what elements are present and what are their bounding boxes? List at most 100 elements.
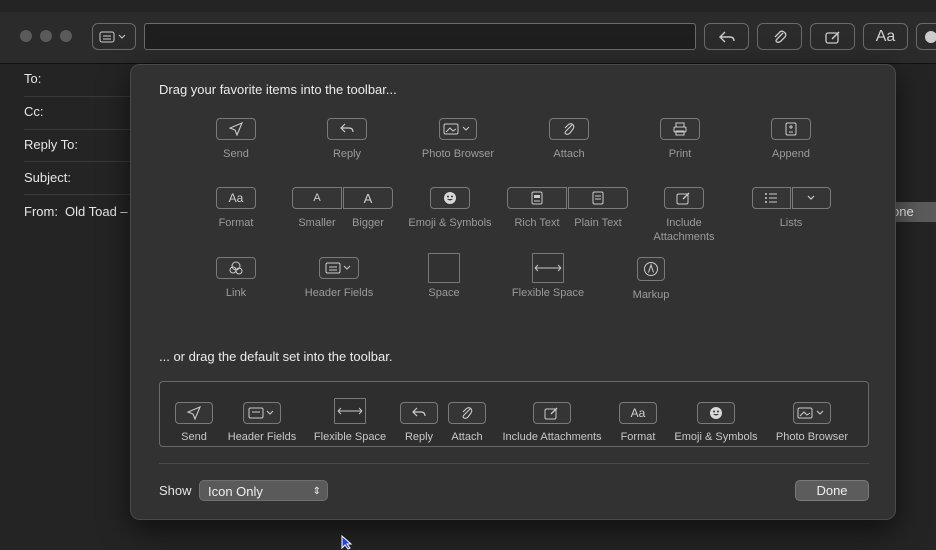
from-field-label: From:	[24, 204, 58, 219]
reply-toolbar-button[interactable]	[704, 23, 749, 50]
item-emoji-symbols[interactable]: Emoji & Symbols	[405, 187, 495, 230]
rich-text-icon	[531, 191, 543, 205]
reply-icon	[718, 31, 735, 42]
item-label: Attach	[553, 148, 585, 160]
default-item-label: Include Attachments	[502, 431, 602, 443]
item-link[interactable]: Link	[216, 257, 256, 300]
item-label-line1: Include	[666, 217, 702, 229]
item-label: Lists	[779, 217, 803, 229]
reply-icon	[340, 123, 354, 133]
item-label: Emoji & Symbols	[408, 217, 492, 229]
printer-icon	[673, 122, 687, 136]
customize-toolbar-sheet: Drag your favorite items into the toolba…	[130, 64, 896, 520]
item-plain-text[interactable]: Plain Text	[568, 187, 628, 230]
close-window-button[interactable]	[20, 30, 32, 42]
to-divider	[24, 96, 130, 97]
space-icon	[428, 253, 460, 283]
reply-to-divider	[24, 161, 130, 162]
append-icon	[785, 122, 797, 136]
item-label-line2: Attachments	[653, 231, 715, 243]
format-icon: Aa	[228, 191, 244, 205]
done-button[interactable]: Done	[795, 480, 869, 501]
item-markup[interactable]: Markup	[631, 257, 671, 302]
item-space[interactable]: Space	[419, 253, 469, 300]
item-lists[interactable]: Lists	[751, 187, 831, 230]
send-icon	[229, 122, 243, 136]
smaller-font-icon: A	[313, 192, 321, 204]
show-label: Show	[159, 483, 192, 498]
item-label: Flexible Space	[511, 287, 585, 299]
default-item-attach: Attach	[447, 402, 487, 443]
sheet-title: Drag your favorite items into the toolba…	[159, 82, 397, 97]
default-item-label: Attach	[451, 431, 483, 443]
default-item-label: Reply	[404, 431, 434, 443]
mouse-cursor-icon	[341, 535, 353, 550]
default-set-toolbar[interactable]: Send Header Fields Flexible Space Reply …	[159, 381, 869, 447]
item-send[interactable]: Send	[216, 118, 256, 161]
emoji-toolbar-button[interactable]	[916, 23, 936, 50]
attach-toolbar-button[interactable]	[757, 23, 802, 50]
default-item-label: Emoji & Symbols	[674, 431, 758, 443]
item-rich-text[interactable]: Rich Text	[507, 187, 567, 230]
item-reply[interactable]: Reply	[327, 118, 367, 161]
mail-toolbar: Aa	[0, 12, 936, 64]
item-label: Append	[772, 148, 810, 160]
subject-divider	[24, 194, 130, 195]
subject-field-label: Subject:	[24, 170, 71, 185]
list-icon	[765, 193, 777, 203]
item-label: Smaller	[298, 217, 336, 229]
item-append[interactable]: Append	[771, 118, 811, 161]
emoji-icon	[925, 30, 936, 43]
item-label: Plain Text	[574, 217, 622, 229]
item-photo-browser[interactable]: Photo Browser	[417, 118, 499, 161]
default-item-flexible-space: Flexible Space	[312, 398, 388, 443]
include-attachments-toolbar-button[interactable]	[810, 23, 855, 50]
item-label: Markup	[632, 289, 670, 301]
item-label: Print	[668, 148, 692, 160]
cc-divider	[24, 129, 130, 130]
item-include-attachments[interactable]: Include Attachments	[644, 187, 724, 244]
paperclip-icon	[564, 123, 575, 135]
updown-chevron-icon: ⇕	[312, 486, 321, 497]
chevron-down-icon	[807, 195, 815, 200]
from-field-value[interactable]: Old Toad –	[65, 204, 128, 219]
item-label: Reply	[332, 148, 362, 160]
item-label: Space	[428, 287, 460, 299]
item-attach[interactable]: Attach	[549, 118, 589, 161]
item-smaller[interactable]: A Smaller	[292, 187, 342, 230]
header-fields-toolbar-button[interactable]	[92, 23, 136, 50]
default-item-label: Flexible Space	[313, 431, 387, 443]
item-label: Format	[218, 217, 254, 229]
paperclip-icon	[774, 30, 786, 43]
item-label: Photo Browser	[421, 148, 495, 160]
header-fields-icon	[99, 31, 126, 42]
emoji-icon	[710, 407, 722, 419]
photo-browser-icon	[443, 123, 470, 135]
item-format[interactable]: Aa Format	[216, 187, 256, 230]
item-flexible-space[interactable]: Flexible Space	[508, 253, 588, 300]
emoji-icon	[444, 192, 456, 204]
sheet-divider	[159, 463, 869, 464]
minimize-window-button[interactable]	[40, 30, 52, 42]
zoom-window-button[interactable]	[60, 30, 72, 42]
item-print[interactable]: Print	[660, 118, 700, 161]
default-item-label: Format	[620, 431, 656, 443]
default-item-header-fields: Header Fields	[226, 402, 298, 443]
format-toolbar-button[interactable]: Aa	[863, 23, 908, 50]
item-bigger[interactable]: A Bigger	[343, 187, 393, 230]
toolbar-drop-area[interactable]	[144, 23, 696, 50]
flexible-space-icon	[337, 407, 363, 415]
include-attachments-icon	[676, 192, 690, 205]
default-item-send: Send	[174, 402, 214, 443]
item-label: Link	[225, 287, 247, 299]
default-set-title: ... or drag the default set into the too…	[159, 349, 393, 364]
default-item-emoji-symbols: Emoji & Symbols	[668, 402, 764, 443]
item-label: Header Fields	[304, 287, 374, 299]
bigger-font-icon: A	[363, 190, 373, 206]
default-item-label: Photo Browser	[775, 431, 849, 443]
link-icon	[229, 261, 243, 275]
default-item-photo-browser: Photo Browser	[770, 402, 854, 443]
item-header-fields[interactable]: Header Fields	[299, 257, 379, 300]
show-select[interactable]: Icon Only ⇕	[199, 480, 328, 501]
paperclip-icon	[462, 407, 473, 419]
